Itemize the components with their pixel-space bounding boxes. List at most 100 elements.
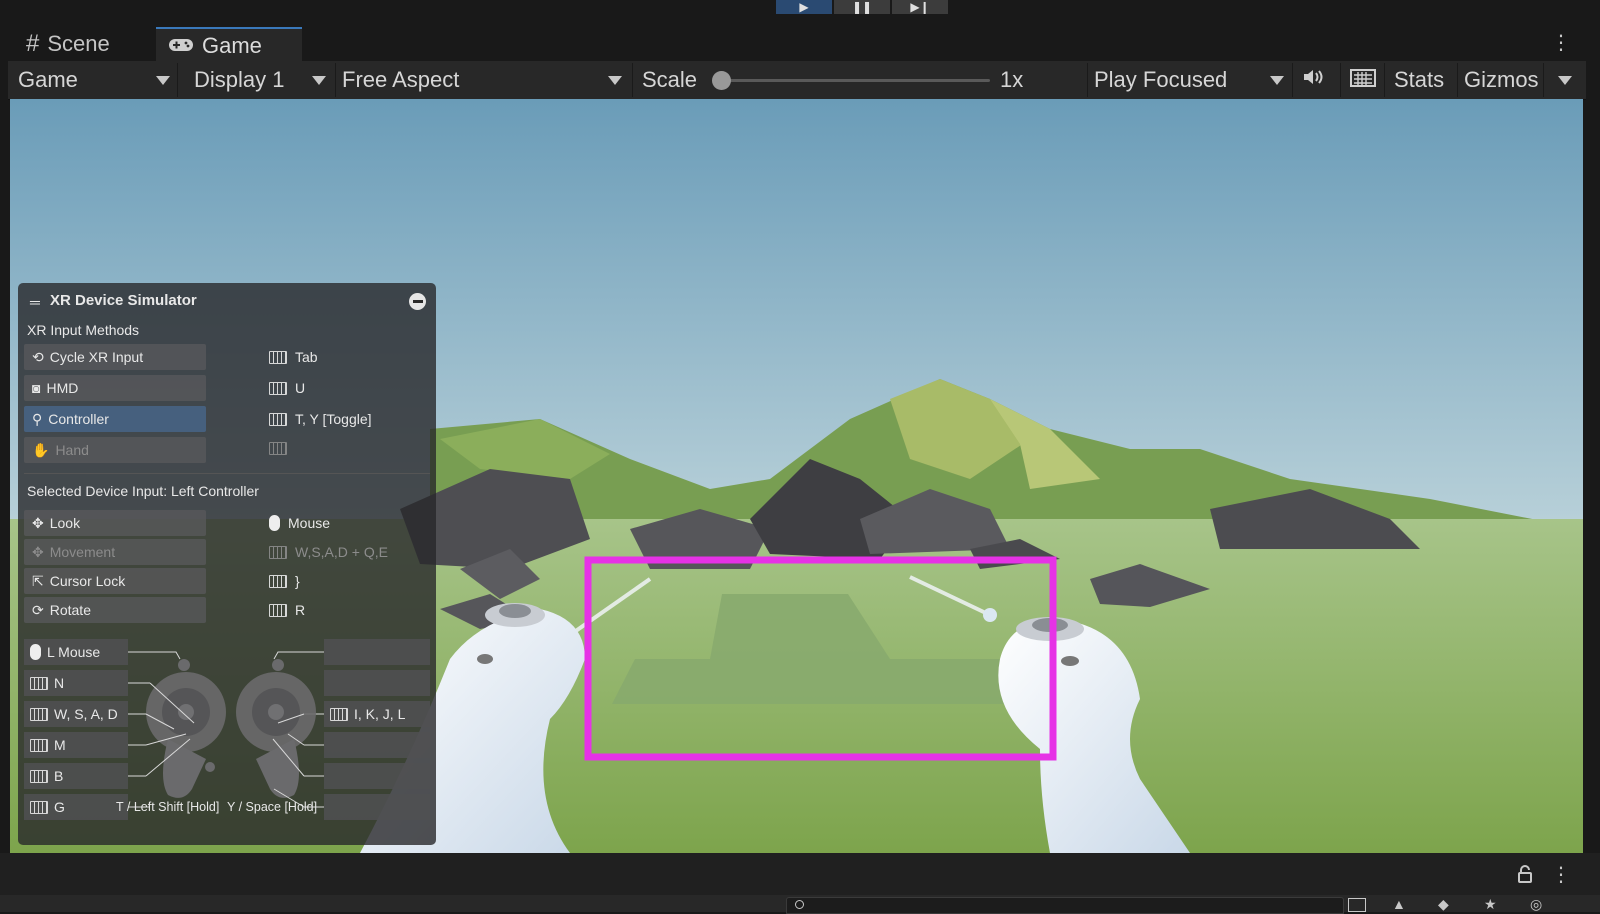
cycle-icon: ⟲ xyxy=(32,348,44,365)
key-ijkl: I, K, J, L xyxy=(324,701,430,727)
key-label: R xyxy=(295,602,306,618)
rotate-button[interactable]: ⟳ Rotate xyxy=(24,597,206,623)
play-mode-select[interactable]: Play Focused xyxy=(1094,61,1284,99)
key-slot xyxy=(324,732,430,758)
collapse-button[interactable] xyxy=(409,293,426,310)
key-hint: Tab xyxy=(269,349,318,365)
divider xyxy=(632,63,633,97)
scale-slider[interactable] xyxy=(714,79,990,82)
open-window-icon[interactable] xyxy=(1348,898,1366,912)
keyboard-icon xyxy=(269,574,287,588)
divider xyxy=(1292,63,1293,97)
input-methods-heading: XR Input Methods xyxy=(27,322,140,338)
movement-button[interactable]: ✥ Movement xyxy=(24,539,206,565)
speaker-icon xyxy=(1302,67,1326,93)
pause-icon: ❚❚ xyxy=(851,0,873,14)
cycle-xr-input-button[interactable]: ⟲ Cycle XR Input xyxy=(24,344,206,370)
divider xyxy=(1457,63,1458,97)
visibility-icon[interactable]: ◎ xyxy=(1530,896,1542,913)
cursor-lock-button[interactable]: ⇱ Cursor Lock xyxy=(24,568,206,594)
key-hint xyxy=(269,442,295,455)
search-input[interactable] xyxy=(786,897,1344,914)
button-label: Cursor Lock xyxy=(49,573,126,589)
xr-device-simulator-panel[interactable]: ═ XR Device Simulator XR Input Methods ⟲… xyxy=(18,283,436,845)
hmd-button[interactable]: ◙ HMD xyxy=(24,375,206,401)
chevron-down-icon xyxy=(608,75,622,85)
star-icon[interactable]: ★ xyxy=(1484,896,1497,913)
selected-device-heading: Selected Device Input: Left Controller xyxy=(27,483,259,499)
key-label: G xyxy=(54,799,65,815)
look-button[interactable]: ✥ Look xyxy=(24,510,206,536)
view-select[interactable]: Game xyxy=(18,61,170,99)
audio-mute-button[interactable] xyxy=(1302,61,1326,99)
tab-game[interactable]: Game xyxy=(156,27,302,63)
key-hint: W,S,A,D + Q,E xyxy=(269,544,388,560)
tag-icon[interactable]: ◆ xyxy=(1438,896,1449,913)
divider xyxy=(177,63,178,97)
button-label: Movement xyxy=(49,544,116,560)
chevron-down-icon xyxy=(1270,75,1284,85)
chevron-down-icon xyxy=(312,75,326,85)
lock-icon[interactable] xyxy=(1517,864,1533,889)
move-icon: ✥ xyxy=(32,514,44,531)
aspect-select-value: Free Aspect xyxy=(342,67,460,92)
key-label: B xyxy=(54,768,64,784)
cursor-icon: ⇱ xyxy=(32,572,44,589)
panel-title: XR Device Simulator xyxy=(50,292,197,309)
drag-handle-icon[interactable]: ═ xyxy=(30,294,40,310)
key-wsad: W, S, A, D xyxy=(24,701,128,727)
controller-diagram xyxy=(128,651,324,808)
tab-label: Game xyxy=(202,33,262,58)
tab-scene[interactable]: # Scene xyxy=(14,27,122,61)
button-label: Hand xyxy=(55,442,89,458)
gamepad-icon xyxy=(168,33,194,59)
key-m: M xyxy=(24,732,128,758)
key-hint: T, Y [Toggle] xyxy=(269,411,372,427)
button-label: Rotate xyxy=(49,602,91,618)
keyboard-icon xyxy=(30,800,48,814)
more-options-icon[interactable]: ⋮ xyxy=(1551,862,1571,887)
hand-button[interactable]: ✋ Hand xyxy=(24,437,206,463)
rotate-icon: ⟳ xyxy=(32,601,44,618)
display-select[interactable]: Display 1 xyxy=(194,61,326,99)
stats-button[interactable]: Stats xyxy=(1394,61,1444,99)
keyboard-icon xyxy=(269,442,287,455)
shortcut-button[interactable] xyxy=(1350,61,1376,99)
key-slot xyxy=(324,763,430,789)
keyboard-icon xyxy=(269,381,287,395)
more-options-icon[interactable]: ⋮ xyxy=(1551,30,1571,55)
hand-icon: ✋ xyxy=(32,441,50,458)
key-label: W, S, A, D xyxy=(54,706,118,722)
key-label: } xyxy=(295,573,300,589)
step-icon: ▶❙ xyxy=(910,0,930,14)
search-icon xyxy=(795,900,804,909)
keyboard-icon xyxy=(30,707,48,721)
keyboard-icon xyxy=(30,769,48,783)
divider xyxy=(24,473,430,474)
play-icon: ▶ xyxy=(799,0,809,14)
key-label: U xyxy=(295,380,306,396)
aspect-select[interactable]: Free Aspect xyxy=(342,61,622,99)
play-button[interactable]: ▶ xyxy=(776,0,832,14)
scale-slider-handle[interactable] xyxy=(712,71,731,90)
gizmos-button[interactable]: Gizmos xyxy=(1464,61,1539,99)
keyboard-icon xyxy=(1350,67,1376,93)
key-label: M xyxy=(54,737,66,753)
key-slot xyxy=(324,639,430,665)
controller-button[interactable]: ⚲ Controller xyxy=(24,406,206,432)
key-slot xyxy=(324,670,430,696)
asset-type-icon[interactable]: ▲ xyxy=(1392,896,1406,912)
gizmos-dropdown[interactable] xyxy=(1558,61,1572,99)
key-label: L Mouse xyxy=(47,644,101,660)
pause-button[interactable]: ❚❚ xyxy=(834,0,890,14)
keyboard-icon xyxy=(269,545,287,559)
footer-right-hint: Y / Space [Hold] xyxy=(227,800,318,814)
keyboard-icon xyxy=(30,738,48,752)
step-button[interactable]: ▶❙ xyxy=(892,0,948,14)
hash-icon: # xyxy=(26,30,40,57)
keyboard-icon xyxy=(269,412,287,426)
button-label: HMD xyxy=(46,380,79,396)
key-b: B xyxy=(24,763,128,789)
minus-icon xyxy=(412,300,423,303)
key-hint: U xyxy=(269,380,305,396)
